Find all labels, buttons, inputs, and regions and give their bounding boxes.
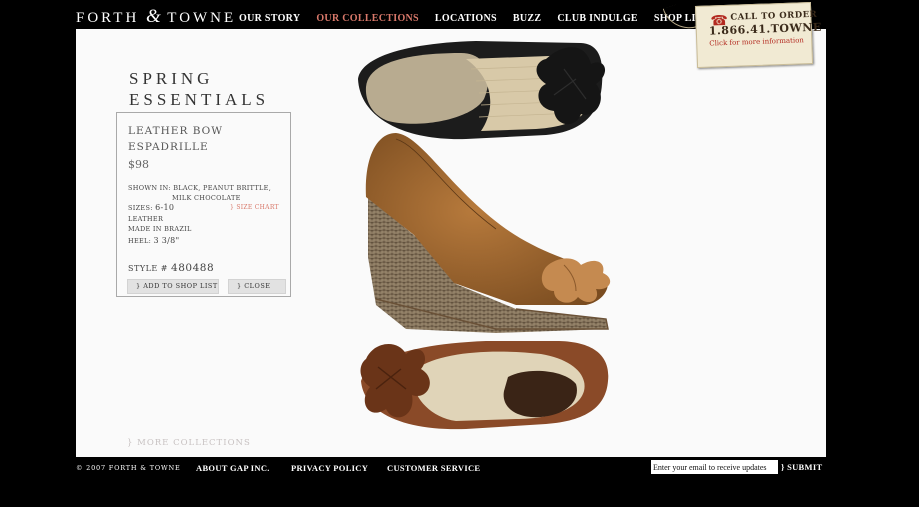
sizes-row: SIZES: 6-10	[128, 203, 174, 212]
size-chart-link[interactable]: } SIZE CHART	[230, 204, 279, 211]
copyright: © 2007 FORTH & TOWNE	[76, 464, 181, 472]
heel-row: HEEL: 3 3/8"	[128, 236, 180, 245]
page-heading: SPRING ESSENTIALS	[129, 68, 269, 110]
style-number: STYLE # 480488	[128, 262, 214, 274]
brand-logo[interactable]: FORTH & TOWNE	[76, 6, 236, 28]
heading-line-2: ESSENTIALS	[129, 90, 270, 109]
tan-wedge-shoe-image	[365, 133, 611, 333]
brand-ampersand: &	[146, 6, 161, 27]
email-signup-input[interactable]	[651, 460, 778, 474]
main-nav: OUR STORY OUR COLLECTIONS LOCATIONS BUZZ…	[239, 13, 725, 24]
origin: MADE IN BRAZIL	[128, 225, 192, 233]
nav-our-collections[interactable]: OUR COLLECTIONS	[316, 13, 419, 24]
heel-label: HEEL:	[128, 237, 152, 245]
material: LEATHER	[128, 215, 164, 223]
call-to-order-tag[interactable]: ☎ CALL TO ORDER 1.866.41.TOWNE Click for…	[694, 1, 822, 69]
footer-customer-service-link[interactable]: CUSTOMER SERVICE	[387, 463, 480, 473]
brown-shoe-image	[360, 341, 609, 430]
submit-button[interactable]: } SUBMIT	[781, 462, 822, 472]
heel-value: 3 3/8"	[153, 236, 180, 245]
brand-word-right: TOWNE	[167, 10, 237, 26]
more-info-link[interactable]: Click for more information	[709, 36, 805, 47]
nav-our-story[interactable]: OUR STORY	[239, 13, 300, 24]
sizes-value: 6-10	[155, 203, 175, 212]
style-value: 480488	[171, 262, 215, 274]
add-to-shop-list-button[interactable]: } ADD TO SHOP LIST	[127, 279, 219, 294]
heading-line-1: SPRING	[129, 69, 214, 88]
footer-privacy-policy-link[interactable]: PRIVACY POLICY	[291, 463, 368, 473]
shown-in-colors-1: BLACK, PEANUT BRITTLE,	[173, 184, 272, 192]
nav-buzz[interactable]: BUZZ	[513, 13, 541, 24]
shown-in-colors-2: MILK CHOCOLATE	[172, 194, 241, 202]
product-name-line-1: LEATHER BOW	[128, 125, 224, 137]
shown-in-label: SHOWN IN:	[128, 184, 171, 192]
footer-about-gap-link[interactable]: ABOUT GAP INC.	[196, 463, 270, 473]
sizes-label: SIZES:	[128, 204, 153, 212]
close-button[interactable]: } CLOSE	[228, 279, 286, 294]
product-detail-box: LEATHER BOW ESPADRILLE $98 SHOWN IN: BLA…	[116, 112, 291, 297]
shown-in-row: SHOWN IN: BLACK, PEANUT BRITTLE,	[128, 184, 271, 192]
more-collections-link[interactable]: } MORE COLLECTIONS	[127, 438, 251, 448]
product-name: LEATHER BOW ESPADRILLE	[128, 123, 248, 155]
black-shoe-image	[358, 41, 606, 140]
product-name-line-2: ESPADRILLE	[128, 141, 209, 153]
style-label: STYLE #	[128, 264, 168, 273]
nav-locations[interactable]: LOCATIONS	[435, 13, 497, 24]
telephone-icon: ☎	[710, 12, 729, 30]
main-panel: SPRING ESSENTIALS LEATHER BOW ESPADRILLE…	[76, 29, 826, 457]
nav-club-indulge[interactable]: CLUB INDULGE	[557, 13, 638, 24]
product-price: $98	[128, 158, 149, 171]
brand-word-left: FORTH	[76, 10, 140, 26]
footer: © 2007 FORTH & TOWNE ABOUT GAP INC. PRIV…	[0, 460, 919, 477]
